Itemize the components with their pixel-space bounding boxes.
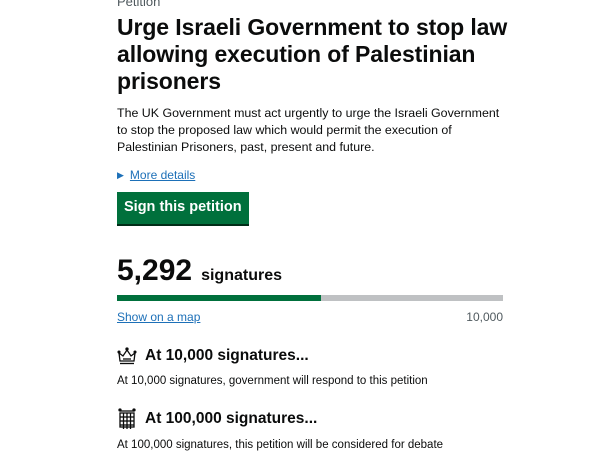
threshold-title: At 10,000 signatures... xyxy=(145,347,309,364)
signature-progress-bar xyxy=(117,295,503,301)
portcullis-icon xyxy=(117,408,145,430)
threshold-text: At 100,000 signatures, this petition wil… xyxy=(117,439,444,451)
signature-progress-fill xyxy=(117,295,322,301)
page-caption: Petition xyxy=(117,0,161,9)
petition-summary: The UK Government must act urgently to u… xyxy=(117,106,500,154)
more-details-toggle[interactable]: ▶ More details xyxy=(117,167,517,183)
sign-petition-button[interactable]: Sign this petition xyxy=(117,192,249,224)
threshold-text: At 10,000 signatures, government will re… xyxy=(117,375,428,387)
signature-count-number: 5,292 xyxy=(117,254,193,287)
crown-icon xyxy=(117,347,145,365)
more-details-link[interactable]: More details xyxy=(130,167,195,183)
signature-target: 10,000 xyxy=(466,310,503,324)
triangle-right-icon: ▶ xyxy=(117,170,124,180)
petition-page: Petition Urge Israeli Government to stop… xyxy=(117,0,517,453)
threshold-title: At 100,000 signatures... xyxy=(145,410,318,427)
show-on-map-link[interactable]: Show on a map xyxy=(117,310,200,325)
signature-count: 5,292 signatures xyxy=(117,254,517,288)
progress-meta: Show on a map 10,000 xyxy=(117,310,503,325)
signature-count-label: signatures xyxy=(201,267,282,284)
threshold-response: At 10,000 signatures... At 10,000 signat… xyxy=(117,346,517,389)
petition-title: Urge Israeli Government to stop law allo… xyxy=(117,14,508,94)
threshold-debate: At 100,000 signatures... At 100,000 sign… xyxy=(117,408,517,453)
